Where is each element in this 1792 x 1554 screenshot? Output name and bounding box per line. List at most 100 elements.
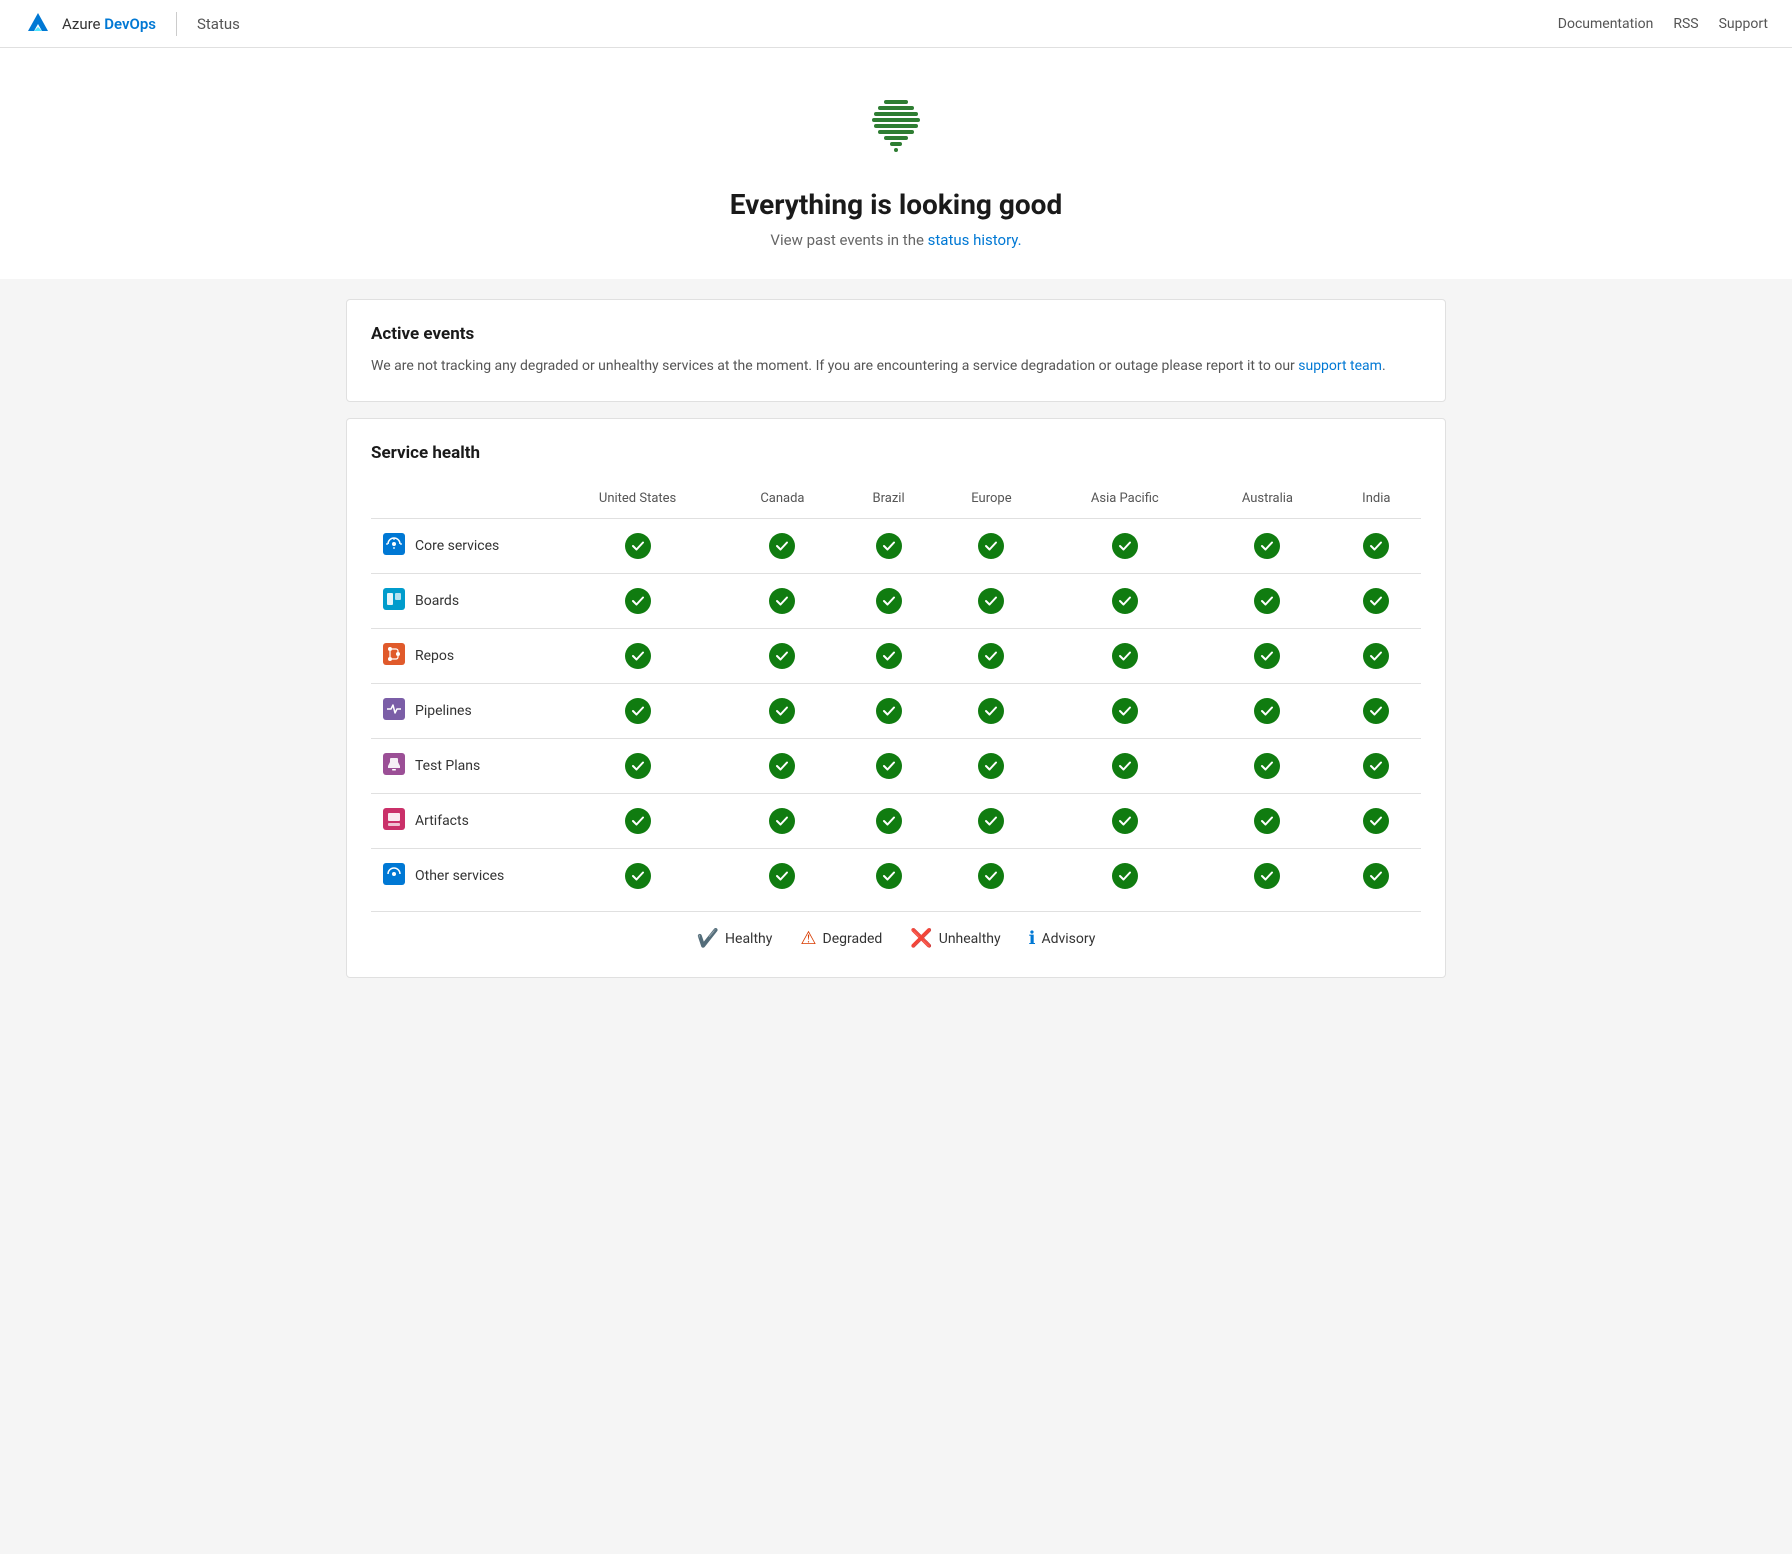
healthy-check-icon [769,588,795,614]
status-cell [724,849,840,904]
boards-icon [383,588,405,614]
rss-link[interactable]: RSS [1673,16,1698,32]
service-name-label: Test Plans [415,758,480,774]
healthy-check-icon [1363,643,1389,669]
service-cell-inner: Pipelines [383,698,539,724]
service-cell: Artifacts [371,794,551,849]
status-cell [551,739,724,794]
healthy-check-icon [1363,698,1389,724]
service-cell: Core services [371,519,551,574]
table-row: Artifacts [371,794,1421,849]
status-cell [1203,684,1331,739]
status-cell [1203,849,1331,904]
status-cell [1332,574,1421,629]
legend-degraded: ⚠ Degraded [800,928,882,949]
healthy-check-icon [1254,863,1280,889]
service-rows: Core services Boards Repos Pipelines Test Pl… [371,519,1421,904]
header-brand: Azure DevOps [62,15,156,33]
healthy-check-icon [978,808,1004,834]
col-brazil: Brazil [841,483,937,519]
healthy-check-icon [625,863,651,889]
table-header-row: United States Canada Brazil Europe Asia … [371,483,1421,519]
healthy-check-icon [1254,753,1280,779]
col-australia: Australia [1203,483,1331,519]
table-row: Other services [371,849,1421,904]
status-cell [551,519,724,574]
other-icon [383,863,405,889]
healthy-check-icon [625,808,651,834]
table-row: Boards [371,574,1421,629]
hero-section: Everything is looking good View past eve… [0,48,1792,279]
healthy-label: Healthy [725,931,772,947]
header-nav: Documentation RSS Support [1558,16,1768,32]
status-history-link[interactable]: status history. [928,231,1022,249]
support-link[interactable]: Support [1719,16,1768,32]
healthy-check-icon [769,533,795,559]
legend-healthy: ✔️ Healthy [697,928,773,949]
healthy-check-icon [876,698,902,724]
status-cell [936,684,1046,739]
healthy-check-icon [978,588,1004,614]
col-asia-pacific: Asia Pacific [1046,483,1203,519]
status-cell [1332,849,1421,904]
healthy-check-icon [876,753,902,779]
active-events-post-text: . [1382,358,1386,374]
healthy-check-icon [1363,533,1389,559]
azure-logo-icon [24,10,52,38]
healthy-icon: ✔️ [697,928,719,949]
healthy-check-icon [978,863,1004,889]
status-cell [1332,739,1421,794]
table-row: Repos [371,629,1421,684]
healthy-check-icon [1363,588,1389,614]
documentation-link[interactable]: Documentation [1558,16,1654,32]
pipelines-icon [383,698,405,724]
header-divider [176,12,177,36]
healthy-check-icon [978,753,1004,779]
status-cell [936,849,1046,904]
support-team-link[interactable]: support team [1298,358,1382,374]
healthy-check-icon [1112,533,1138,559]
healthy-check-icon [769,863,795,889]
healthy-check-icon [1254,533,1280,559]
healthy-check-icon [625,643,651,669]
status-cell [841,794,937,849]
service-cell-inner: Test Plans [383,753,539,779]
status-cell [1046,519,1203,574]
col-us: United States [551,483,724,519]
status-cell [841,739,937,794]
status-cell [1332,629,1421,684]
service-cell: Pipelines [371,684,551,739]
healthy-check-icon [1112,588,1138,614]
col-service [371,483,551,519]
service-health-title: Service health [371,443,1421,463]
col-europe: Europe [936,483,1046,519]
service-name-label: Boards [415,593,459,609]
status-cell [1046,739,1203,794]
status-cell [1046,574,1203,629]
artifacts-icon [383,808,405,834]
status-cell [551,684,724,739]
healthy-check-icon [1363,808,1389,834]
active-events-card: Active events We are not tracking any de… [346,299,1446,402]
healthy-check-icon [769,753,795,779]
table-row: Pipelines [371,684,1421,739]
status-cell [841,574,937,629]
header-brand-text: Azure [62,15,100,33]
healthy-check-icon [876,533,902,559]
table-row: Core services [371,519,1421,574]
healthy-check-icon [625,698,651,724]
service-cell: Test Plans [371,739,551,794]
degraded-label: Degraded [823,931,883,947]
main-content: Active events We are not tracking any de… [326,299,1466,978]
testplans-icon [383,753,405,779]
healthy-check-icon [876,863,902,889]
healthy-check-icon [876,808,902,834]
degraded-icon: ⚠ [800,928,816,949]
healthy-check-icon [625,588,651,614]
hero-subtitle: View past events in the status history. [20,231,1772,249]
healthy-check-icon [1112,643,1138,669]
healthy-check-icon [1254,643,1280,669]
status-cell [841,849,937,904]
healthy-check-icon [769,698,795,724]
healthy-check-icon [1254,698,1280,724]
